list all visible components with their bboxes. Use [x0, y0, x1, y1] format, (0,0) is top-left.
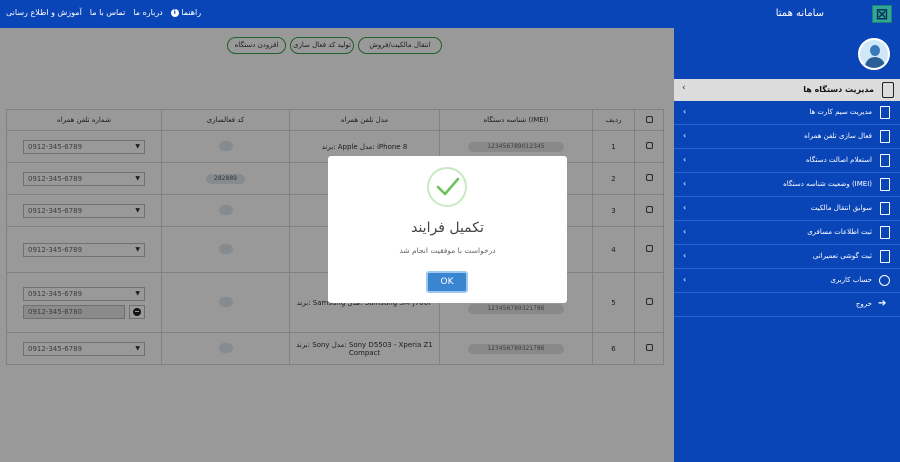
- sidebar-item-imei-status[interactable]: وضعیت شناسه دستگاه (IMEI) ‹: [674, 173, 900, 197]
- success-check-icon: [427, 167, 467, 207]
- sidebar-item-activation[interactable]: فعال سازی تلفن همراه ‹: [674, 125, 900, 149]
- chevron-left-icon: ‹: [683, 227, 687, 236]
- nav-education[interactable]: آموزش و اطلاع رسانی: [6, 8, 82, 17]
- success-dialog: تکمیل فرایند درخواست با موفقیت انجام شد …: [328, 156, 567, 303]
- dialog-title: تکمیل فرایند: [411, 220, 484, 236]
- transfer-icon: [880, 202, 890, 215]
- chevron-left-icon: ‹: [683, 107, 687, 116]
- sidebar: مدیریت دستگاه ها ‹ مدیریت سیم کارت ها ‹ ف…: [674, 28, 900, 462]
- chevron-left-icon: ‹: [682, 83, 686, 93]
- user-avatar-icon: [858, 38, 890, 70]
- sidebar-item-traveler-info[interactable]: ثبت اطلاعات مسافری ‹: [674, 221, 900, 245]
- user-account-icon: [879, 275, 890, 286]
- sidebar-item-repair-phone[interactable]: ثبت گوشی تعمیراتی ‹: [674, 245, 900, 269]
- app-title: سامانه همتا: [775, 8, 824, 19]
- mobile-device-icon: [882, 82, 894, 98]
- traveler-icon: [880, 226, 890, 239]
- nav-contact[interactable]: تماس با ما: [90, 8, 126, 17]
- ok-button[interactable]: OK: [426, 271, 468, 293]
- search-phone-icon: [880, 178, 890, 191]
- sidebar-section-devices[interactable]: مدیریت دستگاه ها ‹: [674, 79, 900, 101]
- info-icon: i: [170, 8, 179, 17]
- top-bar: ⊠ سامانه همتا i راهنما درباره ما تماس با…: [0, 0, 900, 28]
- sidebar-item-account[interactable]: حساب کاربری ‹: [674, 269, 900, 293]
- close-icon[interactable]: ⊠: [872, 5, 892, 23]
- chevron-left-icon: ‹: [683, 155, 687, 164]
- nav-help[interactable]: i راهنما: [170, 8, 201, 17]
- chevron-left-icon: ‹: [683, 251, 687, 260]
- sidebar-item-transfer-history[interactable]: سوابق انتقال مالکیت ‹: [674, 197, 900, 221]
- chevron-left-icon: ‹: [683, 131, 687, 140]
- chevron-left-icon: ‹: [683, 179, 687, 188]
- repair-phone-icon: [880, 250, 890, 263]
- nav-about[interactable]: درباره ما: [133, 8, 162, 17]
- sidebar-menu: مدیریت سیم کارت ها ‹ فعال سازی تلفن همراه…: [674, 101, 900, 317]
- chevron-left-icon: ‹: [683, 203, 687, 212]
- sidebar-item-logout[interactable]: ➔ خروج: [674, 293, 900, 317]
- top-nav: i راهنما درباره ما تماس با ما آموزش و اط…: [6, 8, 201, 17]
- search-document-icon: [880, 154, 890, 167]
- chevron-left-icon: ‹: [683, 275, 687, 284]
- sidebar-item-sim-cards[interactable]: مدیریت سیم کارت ها ‹: [674, 101, 900, 125]
- dialog-message: درخواست با موفقیت انجام شد: [399, 246, 496, 255]
- sidebar-item-authenticity[interactable]: استعلام اصالت دستگاه ‹: [674, 149, 900, 173]
- logout-icon: ➔: [878, 298, 887, 309]
- phone-activation-icon: [880, 130, 890, 143]
- sim-card-icon: [880, 106, 890, 119]
